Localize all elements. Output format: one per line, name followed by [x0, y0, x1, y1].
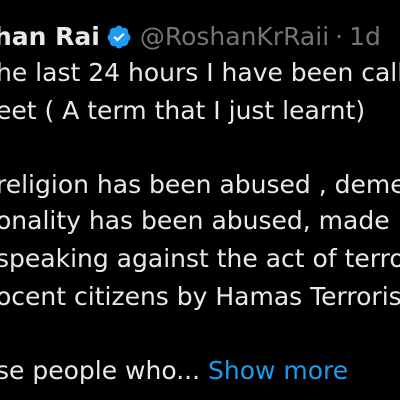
- author-display-name[interactable]: han Rai: [0, 20, 100, 54]
- verified-badge-icon: [106, 24, 132, 50]
- tweet-text-line: onality has been abused, made: [0, 206, 390, 235]
- tweet-text-line: religion has been abused , deme: [0, 170, 400, 199]
- tweet-text-line: eet ( A term that I just learnt): [0, 96, 366, 125]
- tweet-card[interactable]: han Rai @RoshanKrRaii · 1d he last 24 ho…: [0, 0, 400, 400]
- tweet-text-line: ocent citizens by Hamas Terroris: [0, 282, 400, 311]
- separator-dot: ·: [335, 22, 344, 51]
- tweet-timestamp[interactable]: 1d: [349, 20, 381, 54]
- show-more-link[interactable]: Show more: [208, 356, 348, 385]
- tweet-text-line: speaking against the act of terro: [0, 244, 400, 273]
- tweet-text-line: he last 24 hours I have been call: [0, 58, 400, 87]
- tweet-text-line: se people who...: [0, 356, 208, 385]
- tweet-last-line: se people who... Show more: [0, 354, 348, 388]
- tweet-header: han Rai @RoshanKrRaii · 1d: [0, 20, 381, 54]
- author-handle[interactable]: @RoshanKrRaii: [140, 20, 329, 54]
